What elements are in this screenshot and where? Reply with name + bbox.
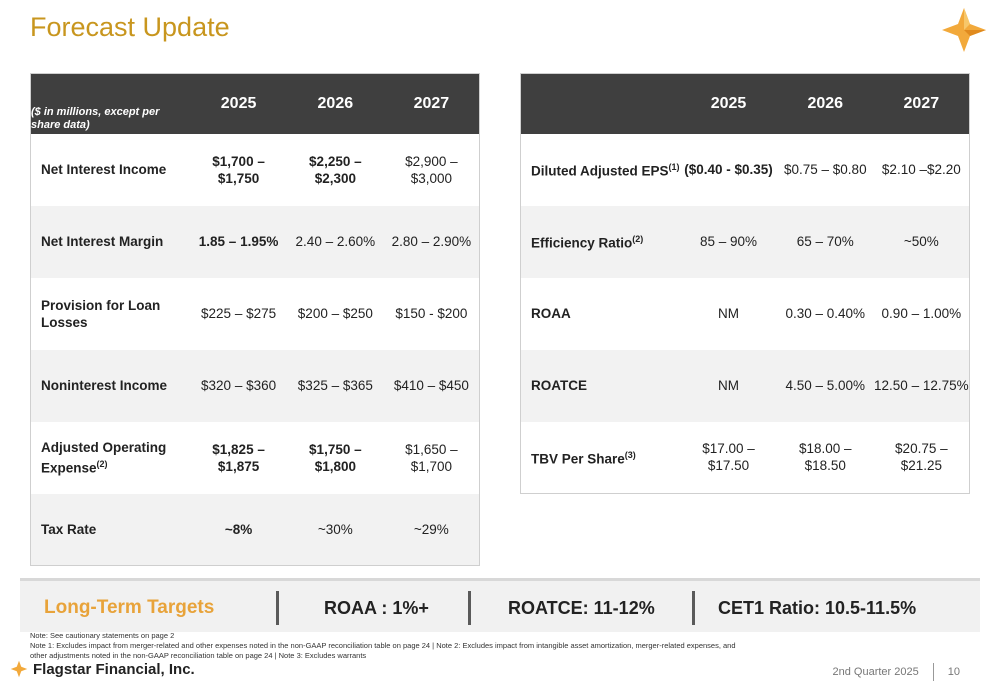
- footer-divider: [932, 663, 934, 681]
- table-header-row: ($ in millions, except per share data) 2…: [30, 73, 480, 134]
- forecast-table-right: 2025 2026 2027 Diluted Adjusted EPS(1) (…: [520, 73, 970, 494]
- cell-value: $410 – $450: [383, 349, 480, 422]
- year-header: 2025: [680, 73, 777, 134]
- forecast-table-left: ($ in millions, except per share data) 2…: [30, 73, 480, 566]
- cell-value: ~30%: [286, 493, 384, 566]
- cell-value: $20.75 – $21.25: [895, 441, 948, 474]
- cell-value: $1,700 – $1,750: [212, 153, 265, 186]
- row-label: Noninterest Income: [30, 349, 191, 422]
- year-header: 2027: [873, 73, 970, 134]
- four-point-star-icon: [942, 8, 986, 52]
- cell-value: NM: [680, 349, 777, 422]
- target-roatce: ROATCE: 11-12%: [508, 598, 655, 618]
- year-header: 2027: [383, 73, 480, 134]
- table-row: Net Interest Margin 1.85 – 1.95% 2.40 – …: [30, 205, 480, 278]
- cell-value: ~8%: [190, 493, 287, 566]
- cell-value: ~29%: [383, 493, 480, 566]
- footnote-marker: (1): [668, 162, 680, 173]
- row-label-text: TBV Per Share: [531, 451, 625, 467]
- cell-value: 4.50 – 5.00%: [776, 349, 874, 422]
- separator: [276, 591, 279, 625]
- cell-value: 0.30 – 0.40%: [785, 306, 866, 321]
- report-period: 2nd Quarter 2025: [832, 666, 919, 678]
- row-label: Diluted Adjusted EPS(1): [521, 134, 681, 206]
- cell-value: 0.90 – 1.00%: [881, 306, 962, 321]
- cell-value: $0.75 – $0.80: [784, 162, 867, 177]
- cell-value: $17.00 – $17.50: [702, 441, 755, 474]
- cell-value: 85 – 90%: [680, 205, 777, 278]
- table-header-row: 2025 2026 2027: [520, 73, 970, 134]
- cell-value: ($0.40 - $0.35): [684, 162, 773, 177]
- cell-value: $18.00 – $18.50: [799, 441, 852, 474]
- cell-value: $1,750 – $1,800: [309, 441, 362, 474]
- four-point-star-icon: [10, 660, 28, 678]
- table-row: Diluted Adjusted EPS(1) ($0.40 - $0.35) …: [521, 134, 970, 206]
- brand-name: Flagstar Financial, Inc.: [33, 660, 195, 678]
- separator: [692, 591, 695, 625]
- cell-value: $2,900 – $3,000: [405, 153, 458, 186]
- units-note: ($ in millions, except per share data): [30, 73, 191, 134]
- footnotes: Note: See cautionary statements on page …: [30, 631, 860, 661]
- footnote-marker: (3): [624, 450, 636, 460]
- year-header: 2025: [190, 73, 287, 134]
- row-label: ROAA: [531, 306, 571, 321]
- cell-value: 2.80 – 2.90%: [383, 205, 480, 278]
- footnote-marker: (2): [632, 234, 644, 245]
- target-roaa: ROAA : 1%+: [324, 598, 429, 618]
- footnote-line: Note: See cautionary statements on page …: [30, 631, 175, 640]
- page-number: 10: [947, 666, 960, 678]
- table-row: Noninterest Income $320 – $360 $325 – $3…: [30, 349, 480, 422]
- row-label: Efficiency Ratio(2): [520, 205, 681, 278]
- target-cet1: CET1 Ratio: 10.5-11.5%: [718, 598, 917, 618]
- cell-value: $1,650 – $1,700: [405, 441, 458, 474]
- table-row: Adjusted Operating Expense(2) $1,825 – $…: [31, 422, 480, 494]
- row-label: TBV Per Share(3): [521, 422, 681, 494]
- table-row: TBV Per Share(3) $17.00 – $17.50 $18.00 …: [521, 422, 970, 494]
- footnote-marker: (2): [96, 458, 108, 469]
- row-label: Net Interest Margin: [30, 205, 191, 278]
- row-label: Tax Rate: [30, 493, 191, 566]
- table-row: ROATCE NM 4.50 – 5.00% 12.50 – 12.75%: [520, 349, 970, 422]
- targets-label: Long-Term Targets: [44, 597, 215, 618]
- table-row: Efficiency Ratio(2) 85 – 90% 65 – 70% ~5…: [520, 205, 970, 278]
- cell-value: 2.40 – 2.60%: [286, 205, 384, 278]
- cell-value: $2,250 – $2,300: [309, 153, 362, 186]
- row-label: Adjusted Operating Expense(2): [31, 422, 191, 494]
- cell-value: $2.10 –$2.20: [881, 162, 961, 177]
- row-label: ROATCE: [520, 349, 681, 422]
- row-label: Net Interest Income: [41, 162, 167, 177]
- page-title: Forecast Update: [30, 12, 230, 42]
- cell-value: ~50%: [873, 205, 970, 278]
- table-row: ROAA NM 0.30 – 0.40% 0.90 – 1.00%: [521, 278, 970, 350]
- footnote-line: Note 1: Excludes impact from merger-rela…: [30, 641, 736, 650]
- row-label-text: Efficiency Ratio: [531, 235, 633, 251]
- table-row: Provision for Loan Losses $225 – $275 $2…: [31, 278, 480, 350]
- long-term-targets-bar: Long-Term Targets ROAA : 1%+ ROATCE: 11-…: [20, 578, 980, 632]
- year-header: 2026: [286, 73, 384, 134]
- table-row: Net Interest Income $1,700 – $1,750 $2,2…: [31, 134, 480, 206]
- cell-value: $225 – $275: [201, 306, 277, 321]
- brand-logo: Flagstar Financial, Inc.: [10, 660, 195, 678]
- cell-value: $1,825 – $1,875: [212, 441, 265, 474]
- page-footer: 2nd Quarter 2025 10: [833, 663, 960, 681]
- cell-value: $320 – $360: [190, 349, 287, 422]
- header-blank: [520, 73, 681, 134]
- cell-value: $150 - $200: [395, 306, 468, 321]
- table-row: Tax Rate ~8% ~30% ~29%: [30, 493, 480, 566]
- cell-value: $200 – $250: [297, 306, 373, 321]
- cell-value: 12.50 – 12.75%: [873, 349, 970, 422]
- year-header: 2026: [776, 73, 874, 134]
- row-label-text: Adjusted Operating Expense: [41, 439, 167, 476]
- separator: [468, 591, 471, 625]
- cell-value: NM: [718, 306, 740, 321]
- row-label-text: Diluted Adjusted EPS: [531, 163, 669, 179]
- row-label: Provision for Loan Losses: [41, 297, 161, 330]
- cell-value: 1.85 – 1.95%: [190, 205, 287, 278]
- cell-value: $325 – $365: [286, 349, 384, 422]
- cell-value: 65 – 70%: [776, 205, 874, 278]
